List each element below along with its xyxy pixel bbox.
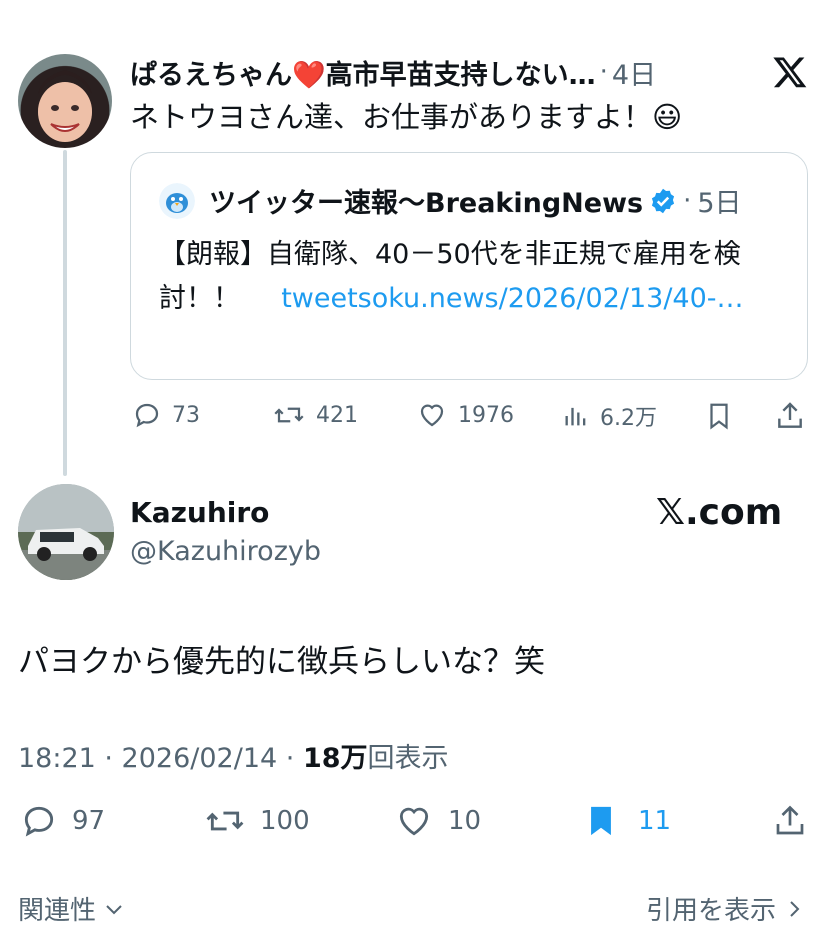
- author-avatar[interactable]: [18, 484, 114, 580]
- share-icon: [776, 805, 804, 835]
- author-name[interactable]: ぱるえちゃん❤️高市早苗支持しない…: [130, 53, 596, 92]
- tweet-text: ネトウヨさん達、お仕事がありますよ！😃: [130, 100, 683, 134]
- views-button[interactable]: 6.2万: [562, 400, 657, 432]
- bookmark-button[interactable]: 11: [584, 802, 671, 840]
- share-button[interactable]: [774, 400, 806, 432]
- separator-dot: ·: [599, 57, 608, 87]
- bookmark-button[interactable]: [704, 400, 734, 432]
- quote-link[interactable]: tweetsoku.news/2026/02/13/40-…: [281, 283, 743, 314]
- views-count: 18万: [302, 743, 368, 774]
- avatar-face-icon: [38, 70, 92, 142]
- author-handle[interactable]: @Kazuhirozyb: [130, 536, 321, 567]
- relevance-label: 関連性: [18, 896, 97, 926]
- like-button[interactable]: 10: [394, 802, 481, 840]
- chevron-right-icon: [790, 900, 800, 917]
- views-bar-icon: [565, 407, 586, 426]
- share-icon: [778, 402, 802, 428]
- like-count: 1976: [458, 402, 514, 428]
- views-label: 回表示: [367, 743, 449, 774]
- views-count: 6.2万: [600, 406, 657, 431]
- tweet-time[interactable]: 4日: [612, 53, 656, 92]
- view-quotes-label: 引用を表示: [646, 896, 777, 926]
- reply-icon: [24, 806, 54, 837]
- quote-card[interactable]: ツイッター速報〜BreakingNews · 5日 【朗報】自衛隊、40－50代…: [130, 152, 808, 380]
- bookmark-icon: [710, 403, 728, 430]
- thread-line: [63, 150, 67, 476]
- retweet-icon: [206, 811, 244, 831]
- like-count: 10: [448, 806, 482, 836]
- car-photo-icon: [18, 484, 114, 580]
- share-button[interactable]: [772, 802, 808, 840]
- bookmark-filled-icon: [591, 806, 611, 836]
- tweet-timestamp[interactable]: 18:21 · 2026/02/14 ·: [18, 743, 303, 774]
- reply-button[interactable]: 73: [132, 400, 200, 430]
- verified-badge-icon: [649, 187, 677, 215]
- retweet-button[interactable]: 421: [272, 400, 358, 430]
- reply-button[interactable]: 97: [20, 802, 105, 840]
- reply-count: 73: [172, 402, 200, 428]
- separator-dot: ·: [683, 185, 692, 216]
- retweet-icon: [274, 407, 304, 423]
- relevance-dropdown[interactable]: 関連性: [18, 890, 126, 927]
- retweet-count: 421: [316, 402, 358, 428]
- author-avatar[interactable]: [18, 54, 112, 148]
- bird-avatar-icon: [159, 183, 195, 219]
- retweet-button[interactable]: 100: [204, 802, 310, 840]
- heart-icon: [420, 404, 444, 427]
- heart-icon: [399, 807, 429, 836]
- quote-author-name[interactable]: ツイッター速報〜BreakingNews: [209, 181, 643, 220]
- author-name[interactable]: Kazuhiro: [130, 496, 269, 529]
- reply-icon: [135, 403, 159, 428]
- x-com-brand: 𝕏.com: [656, 492, 783, 533]
- view-quotes-link[interactable]: 引用を表示: [646, 890, 806, 927]
- retweet-count: 100: [260, 806, 310, 836]
- reply-count: 97: [72, 806, 106, 836]
- tweet-text: パヨクから優先的に徴兵らしいな？笑: [18, 644, 545, 680]
- chevron-down-icon: [106, 904, 122, 914]
- like-button[interactable]: 1976: [416, 400, 514, 430]
- quote-time[interactable]: 5日: [697, 181, 741, 220]
- x-logo-icon[interactable]: [772, 54, 808, 90]
- bookmark-count: 11: [638, 806, 672, 836]
